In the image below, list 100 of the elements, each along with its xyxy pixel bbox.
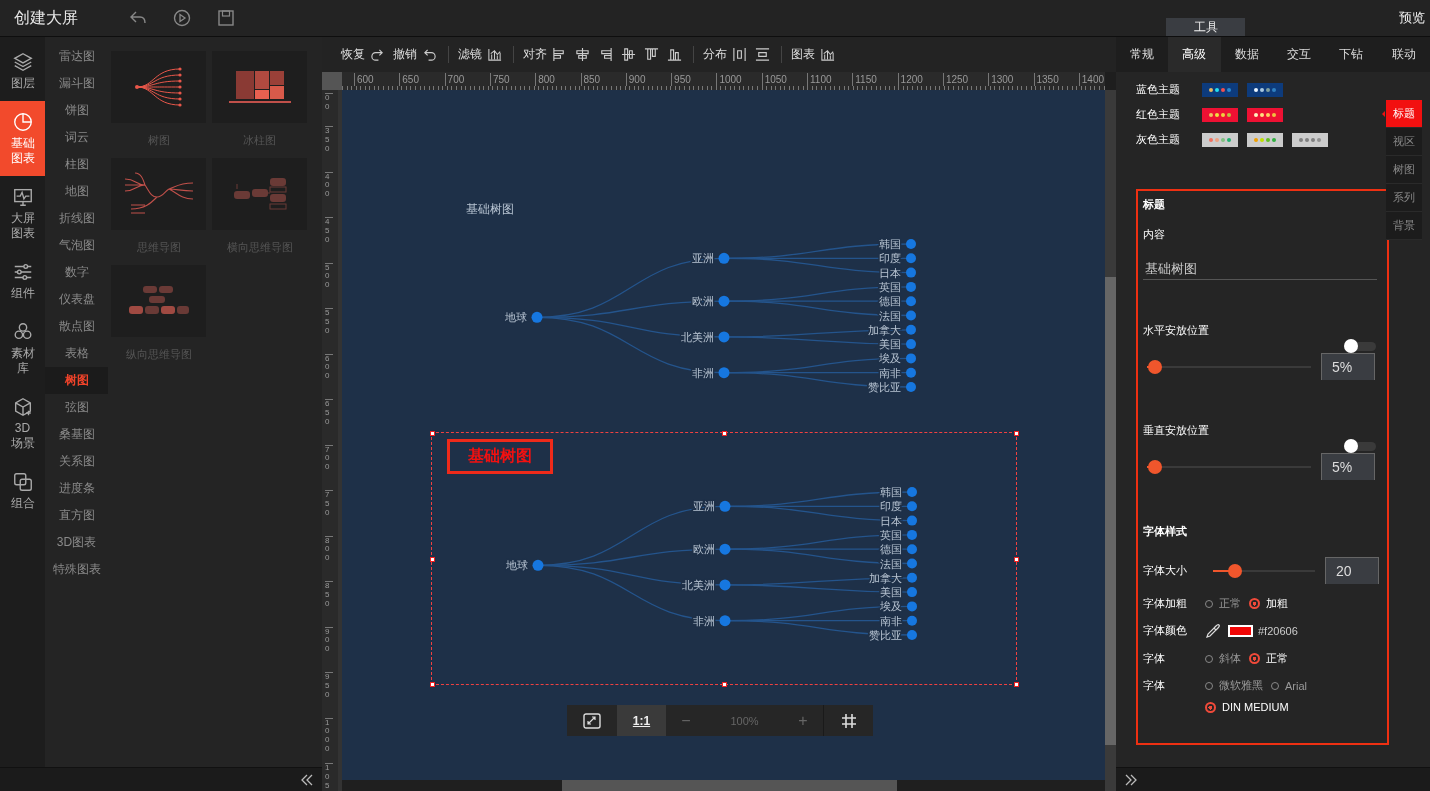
chart-type-item[interactable]: 进度条 — [45, 475, 108, 502]
theme-swatch[interactable] — [1292, 132, 1328, 147]
slider-track[interactable] — [1147, 459, 1311, 474]
resize-handle[interactable] — [722, 431, 727, 436]
align-top-icon[interactable] — [644, 47, 659, 62]
tree-node[interactable] — [906, 310, 916, 321]
chart-type-item[interactable]: 树图 — [45, 367, 108, 394]
value-field[interactable]: 5% — [1321, 453, 1375, 480]
chart-type-item[interactable]: 关系图 — [45, 448, 108, 475]
chart-type-item[interactable]: 雷达图 — [45, 43, 108, 70]
tree-node[interactable] — [907, 572, 917, 583]
tree-node[interactable] — [906, 353, 916, 364]
chart-type-item[interactable]: 直方图 — [45, 502, 108, 529]
resize-handle[interactable] — [1014, 556, 1019, 562]
tree-node[interactable] — [719, 500, 731, 512]
tree-node[interactable] — [906, 382, 916, 392]
redo-icon[interactable] — [370, 47, 385, 62]
toolbar-label[interactable]: 撤销 — [393, 46, 417, 63]
bar-chart-icon[interactable] — [820, 47, 835, 62]
title-input[interactable]: 基础树图 — [1143, 259, 1377, 280]
tree-node[interactable] — [907, 601, 917, 612]
chart-type-item[interactable]: 饼图 — [45, 97, 108, 124]
radio-option[interactable]: DIN MEDIUM — [1205, 701, 1289, 713]
tree-node[interactable] — [907, 529, 917, 540]
nav-item[interactable]: 基础图表 — [0, 101, 45, 176]
side-tab[interactable]: 背景 — [1386, 212, 1422, 240]
panel-tab[interactable]: 数据 — [1220, 37, 1273, 72]
value-field[interactable]: 20 — [1325, 557, 1379, 584]
undo-icon[interactable] — [422, 47, 437, 62]
tree-node[interactable] — [906, 281, 916, 292]
template-card[interactable] — [111, 265, 206, 337]
chart-type-item[interactable]: 柱图 — [45, 151, 108, 178]
toolbar-label[interactable]: 对齐 — [513, 46, 547, 63]
chart-type-item[interactable]: 散点图 — [45, 313, 108, 340]
tree-node[interactable] — [907, 587, 917, 598]
slider-thumb[interactable] — [1148, 459, 1163, 474]
tree-node[interactable] — [906, 367, 916, 378]
radio-option[interactable]: 微软雅黑 — [1205, 678, 1263, 693]
tree-node[interactable] — [907, 544, 917, 555]
panel-tab[interactable]: 联动 — [1377, 37, 1430, 72]
theme-swatch[interactable] — [1247, 82, 1283, 97]
chart-type-item[interactable]: 数字 — [45, 259, 108, 286]
resize-handle[interactable] — [430, 682, 435, 687]
value-field[interactable]: 5% — [1321, 353, 1375, 380]
tree-node[interactable] — [719, 579, 731, 591]
tree-node[interactable] — [907, 515, 917, 526]
tree-node[interactable] — [531, 311, 543, 323]
nav-item[interactable]: 组合 — [0, 461, 45, 521]
actual-size-button[interactable]: 1:1 — [617, 705, 666, 736]
chart-type-item[interactable]: 折线图 — [45, 205, 108, 232]
preview-button[interactable]: 预览 — [1399, 9, 1425, 27]
slider-thumb[interactable] — [1228, 563, 1243, 578]
expand-right-icon[interactable] — [1124, 772, 1138, 787]
panel-tab[interactable]: 交互 — [1273, 37, 1326, 72]
tree-node[interactable] — [906, 339, 916, 350]
tree-node[interactable] — [907, 487, 917, 497]
panel-tab[interactable]: 常规 — [1116, 37, 1169, 72]
chart-type-item[interactable]: 特殊图表 — [45, 556, 108, 583]
eyedropper-icon[interactable] — [1205, 623, 1221, 639]
save-icon[interactable] — [216, 8, 236, 28]
theme-swatch[interactable] — [1247, 107, 1283, 122]
radio-option[interactable]: 正常 — [1205, 596, 1241, 611]
tree-node[interactable] — [718, 331, 730, 343]
resize-handle[interactable] — [430, 431, 435, 436]
nav-item[interactable]: 组件 — [0, 251, 45, 311]
chart-type-item[interactable]: 弦图 — [45, 394, 108, 421]
side-tab[interactable]: 树图 — [1386, 156, 1422, 184]
tree-node[interactable] — [906, 239, 916, 249]
nav-item[interactable]: 素材库 — [0, 311, 45, 386]
distribute-horizontal-icon[interactable] — [732, 47, 747, 62]
align-left-icon[interactable] — [552, 47, 567, 62]
toolbar-label[interactable]: 滤镜 — [448, 46, 482, 63]
chart-type-item[interactable]: 桑基图 — [45, 421, 108, 448]
align-bottom-icon[interactable] — [667, 47, 682, 62]
radio-option[interactable]: 正常 — [1249, 651, 1288, 666]
template-card[interactable] — [212, 51, 307, 123]
tree-node[interactable] — [719, 615, 731, 627]
nav-item[interactable]: 3D场景 — [0, 386, 45, 461]
theme-swatch[interactable] — [1202, 107, 1238, 122]
fit-screen-icon[interactable] — [583, 712, 601, 729]
resize-handle[interactable] — [1014, 682, 1019, 687]
tree-node[interactable] — [532, 559, 544, 571]
chart-type-item[interactable]: 表格 — [45, 340, 108, 367]
radio-option[interactable]: 加粗 — [1249, 596, 1288, 611]
toolbar-label[interactable]: 图表 — [781, 46, 815, 63]
tree-node[interactable] — [718, 367, 730, 379]
side-tab[interactable]: 系列 — [1386, 184, 1422, 212]
tree-node[interactable] — [907, 615, 917, 626]
radio-option[interactable]: Arial — [1271, 678, 1307, 693]
color-swatch[interactable] — [1228, 625, 1253, 637]
toolbar-label[interactable]: 分布 — [693, 46, 727, 63]
align-right-icon[interactable] — [598, 47, 613, 62]
nav-item[interactable]: 大屏图表 — [0, 176, 45, 251]
chart-type-item[interactable]: 3D图表 — [45, 529, 108, 556]
chart-type-item[interactable]: 词云 — [45, 124, 108, 151]
tree-node[interactable] — [719, 543, 731, 555]
chart-type-item[interactable]: 地图 — [45, 178, 108, 205]
theme-swatch[interactable] — [1202, 82, 1238, 97]
toggle-switch[interactable] — [1344, 442, 1376, 451]
align-center-icon[interactable] — [575, 47, 590, 62]
